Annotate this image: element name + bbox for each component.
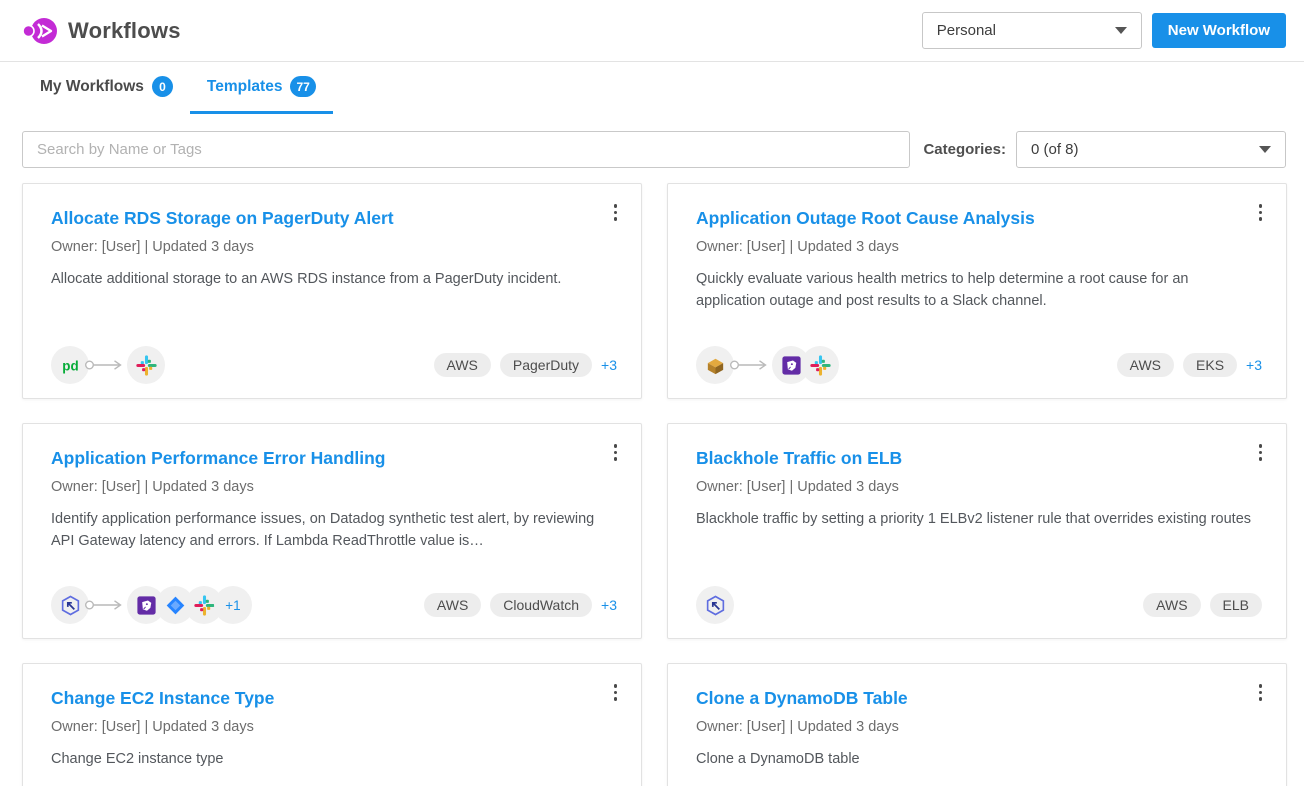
workflow-card: Allocate RDS Storage on PagerDuty Alert … bbox=[22, 183, 642, 399]
workflow-tags: AWS EKS +3 bbox=[1117, 353, 1262, 377]
tab-my-workflows[interactable]: My Workflows 0 bbox=[23, 62, 190, 114]
more-tags-link[interactable]: +3 bbox=[1246, 357, 1262, 373]
more-icons-badge: +1 bbox=[214, 586, 252, 624]
workflow-card: Application Performance Error Handling O… bbox=[22, 423, 642, 639]
header-brand: Workflows bbox=[22, 16, 181, 46]
slack-icon bbox=[127, 346, 165, 384]
workspace-select-value: Personal bbox=[937, 22, 996, 39]
workflow-meta: Owner: [User] | Updated 3 days bbox=[696, 479, 1258, 495]
workflow-service-icons bbox=[696, 586, 734, 624]
more-tags-link[interactable]: +3 bbox=[601, 597, 617, 613]
tab-templates[interactable]: Templates 77 bbox=[190, 62, 333, 114]
categories-select-value: 0 (of 8) bbox=[1031, 141, 1079, 158]
workspace-select[interactable]: Personal bbox=[922, 12, 1142, 49]
page-title: Workflows bbox=[68, 18, 181, 44]
workflow-title-link[interactable]: Allocate RDS Storage on PagerDuty Alert bbox=[51, 208, 613, 230]
tab-count-badge: 0 bbox=[152, 76, 173, 97]
workflow-service-icons bbox=[696, 346, 839, 384]
more-tags-link[interactable]: +3 bbox=[601, 357, 617, 373]
workflow-meta: Owner: [User] | Updated 3 days bbox=[696, 239, 1258, 255]
kebab-menu-button[interactable] bbox=[1255, 440, 1267, 465]
categories-select[interactable]: 0 (of 8) bbox=[1016, 131, 1286, 168]
kebab-menu-button[interactable] bbox=[1255, 680, 1267, 705]
svg-text:pd: pd bbox=[62, 358, 78, 373]
workflow-tags: AWS CloudWatch +3 bbox=[424, 593, 617, 617]
workflow-tags: AWS PagerDuty +3 bbox=[434, 353, 618, 377]
kebab-menu-button[interactable] bbox=[610, 440, 622, 465]
tag-pill: CloudWatch bbox=[490, 593, 592, 617]
search-input[interactable] bbox=[22, 131, 910, 168]
kebab-menu-button[interactable] bbox=[610, 680, 622, 705]
webhook-icon bbox=[696, 586, 734, 624]
workflow-description: Quickly evaluate various health metrics … bbox=[696, 268, 1258, 312]
workflow-title-link[interactable]: Application Performance Error Handling bbox=[51, 448, 613, 470]
tab-label: Templates bbox=[207, 78, 283, 96]
categories-filter: Categories: 0 (of 8) bbox=[923, 131, 1286, 168]
header-actions: Personal New Workflow bbox=[922, 12, 1286, 49]
categories-label: Categories: bbox=[923, 141, 1006, 158]
tabs: My Workflows 0 Templates 77 bbox=[0, 62, 1304, 114]
kebab-menu-button[interactable] bbox=[1255, 200, 1267, 225]
workflow-service-icons: +1 bbox=[51, 586, 252, 624]
arrow-connector-icon bbox=[84, 358, 126, 372]
tag-pill: EKS bbox=[1183, 353, 1237, 377]
filter-bar: Categories: 0 (of 8) bbox=[22, 131, 1286, 168]
workflow-description: Blackhole traffic by setting a priority … bbox=[696, 508, 1258, 530]
slack-icon bbox=[801, 346, 839, 384]
chevron-down-icon bbox=[1259, 146, 1271, 153]
kebab-menu-button[interactable] bbox=[610, 200, 622, 225]
workflow-card: Application Outage Root Cause Analysis O… bbox=[667, 183, 1287, 399]
card-footer: pd AWS PagerDuty +3 bbox=[51, 346, 617, 384]
tab-label: My Workflows bbox=[40, 78, 144, 96]
tag-pill: AWS bbox=[424, 593, 481, 617]
workflow-meta: Owner: [User] | Updated 3 days bbox=[51, 719, 613, 735]
tab-count-badge: 77 bbox=[290, 76, 315, 97]
workflow-card: Clone a DynamoDB Table Owner: [User] | U… bbox=[667, 663, 1287, 786]
card-footer: +1 AWS CloudWatch +3 bbox=[51, 586, 617, 624]
card-footer: AWS EKS +3 bbox=[696, 346, 1262, 384]
workflow-title-link[interactable]: Change EC2 Instance Type bbox=[51, 688, 613, 710]
workflow-meta: Owner: [User] | Updated 3 days bbox=[51, 479, 613, 495]
workflow-title-link[interactable]: Application Outage Root Cause Analysis bbox=[696, 208, 1258, 230]
workflow-card: Change EC2 Instance Type Owner: [User] |… bbox=[22, 663, 642, 786]
arrow-connector-icon bbox=[729, 358, 771, 372]
workflow-title-link[interactable]: Clone a DynamoDB Table bbox=[696, 688, 1258, 710]
app-logo-icon bbox=[22, 16, 58, 46]
workflow-description: Allocate additional storage to an AWS RD… bbox=[51, 268, 613, 290]
workflow-description: Change EC2 instance type bbox=[51, 748, 613, 770]
header: Workflows Personal New Workflow bbox=[0, 0, 1304, 62]
new-workflow-button[interactable]: New Workflow bbox=[1152, 13, 1286, 48]
templates-grid: Allocate RDS Storage on PagerDuty Alert … bbox=[22, 183, 1287, 786]
arrow-connector-icon bbox=[84, 598, 126, 612]
tag-pill: ELB bbox=[1210, 593, 1262, 617]
workflow-description: Clone a DynamoDB table bbox=[696, 748, 1258, 770]
workflow-description: Identify application performance issues,… bbox=[51, 508, 613, 552]
workflow-meta: Owner: [User] | Updated 3 days bbox=[696, 719, 1258, 735]
tag-pill: AWS bbox=[434, 353, 491, 377]
chevron-down-icon bbox=[1115, 27, 1127, 34]
workflow-title-link[interactable]: Blackhole Traffic on ELB bbox=[696, 448, 1258, 470]
workflow-meta: Owner: [User] | Updated 3 days bbox=[51, 239, 613, 255]
tag-pill: PagerDuty bbox=[500, 353, 592, 377]
tag-pill: AWS bbox=[1117, 353, 1174, 377]
tag-pill: AWS bbox=[1143, 593, 1200, 617]
workflow-tags: AWS ELB bbox=[1143, 593, 1262, 617]
workflow-service-icons: pd bbox=[51, 346, 165, 384]
workflow-card: Blackhole Traffic on ELB Owner: [User] |… bbox=[667, 423, 1287, 639]
card-footer: AWS ELB bbox=[696, 586, 1262, 624]
